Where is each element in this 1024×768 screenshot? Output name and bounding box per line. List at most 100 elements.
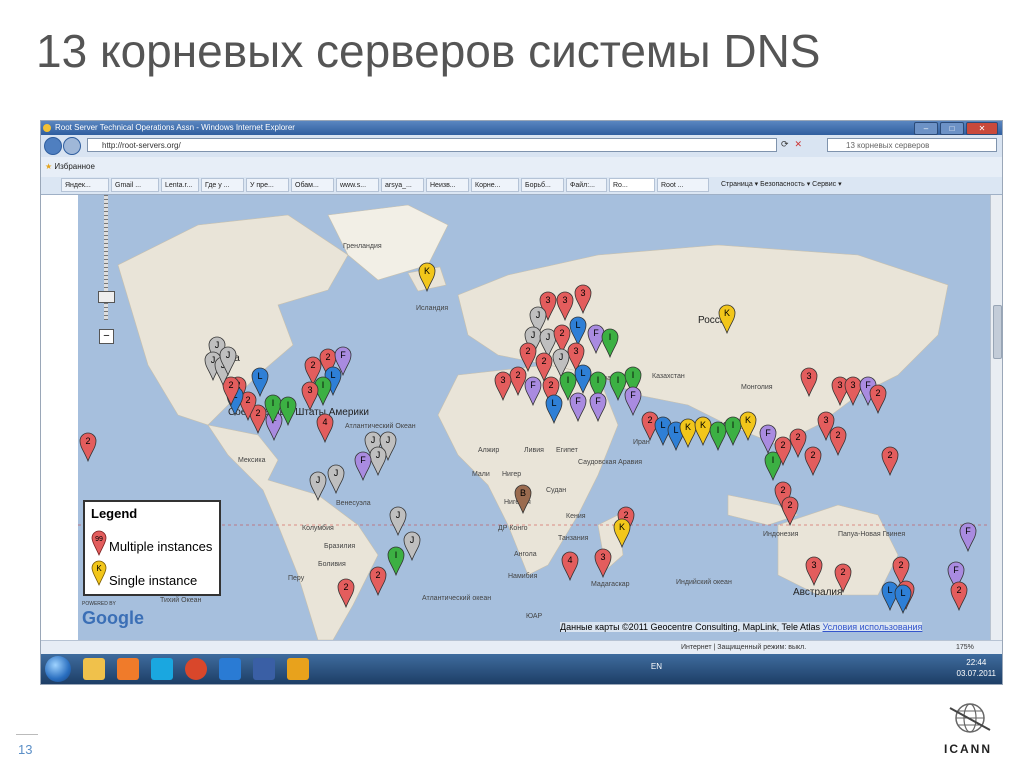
root-server-pin[interactable]: J	[403, 531, 421, 561]
close-button[interactable]: ✕	[966, 122, 998, 135]
pin-glyph: 4	[322, 417, 327, 427]
browser-tab[interactable]: Root ...	[657, 178, 709, 192]
root-server-pin[interactable]: I	[279, 396, 297, 426]
root-server-pin[interactable]: 3	[574, 284, 592, 314]
browser-tab[interactable]: Файл:...	[566, 178, 607, 192]
start-button[interactable]	[45, 656, 71, 682]
legend-title: Legend	[91, 506, 138, 521]
root-server-pin[interactable]: 2	[834, 563, 852, 593]
world-map[interactable]: − ГренландияИсландияРоссияКанадаСоединен…	[78, 195, 990, 640]
root-server-pin[interactable]: 4	[316, 413, 334, 443]
browser-tab[interactable]: Ro...	[609, 178, 655, 192]
root-server-pin[interactable]: 2	[337, 578, 355, 608]
browser-tab[interactable]: Яндек...	[61, 178, 109, 192]
root-server-pin[interactable]: 3	[494, 371, 512, 401]
root-server-pin[interactable]: 3	[594, 548, 612, 578]
root-server-pin[interactable]: K	[739, 411, 757, 441]
root-server-pin[interactable]: F	[624, 386, 642, 416]
save-icon[interactable]	[253, 658, 275, 680]
media-player-icon[interactable]	[117, 658, 139, 680]
back-button[interactable]	[44, 137, 62, 155]
browser-tab[interactable]: Неизв...	[426, 178, 469, 192]
root-server-pin[interactable]: J	[309, 471, 327, 501]
language-indicator[interactable]: EN	[651, 662, 662, 671]
zoom-out-button[interactable]: −	[99, 329, 114, 344]
scrollbar-thumb[interactable]	[993, 305, 1002, 359]
root-server-pin[interactable]: 2	[869, 384, 887, 414]
favorites-label[interactable]: Избранное	[54, 162, 95, 171]
explorer-icon[interactable]	[83, 658, 105, 680]
vertical-scrollbar[interactable]	[990, 195, 1002, 640]
maximize-button[interactable]: □	[940, 122, 964, 135]
pin-glyph: 2	[810, 450, 815, 460]
pin-glyph: J	[334, 468, 339, 478]
root-server-pin[interactable]: I	[387, 546, 405, 576]
stop-icon[interactable]: ✕	[795, 139, 803, 150]
root-server-pin[interactable]: L	[894, 584, 912, 614]
root-server-pin[interactable]: 3	[301, 381, 319, 411]
root-server-pin[interactable]: F	[589, 392, 607, 422]
browser-tab[interactable]: www.s...	[336, 178, 379, 192]
root-server-pin[interactable]: 3	[805, 556, 823, 586]
root-server-pin[interactable]: K	[418, 262, 436, 292]
powerpoint-icon[interactable]	[287, 658, 309, 680]
command-bar[interactable]: Страница ▾ Безопасность ▾ Сервис ▾	[721, 178, 842, 192]
zoom-level[interactable]: 175%	[956, 641, 974, 655]
root-server-pin[interactable]: J	[219, 346, 237, 376]
root-server-pin[interactable]: 3	[800, 367, 818, 397]
root-server-pin[interactable]: F	[524, 376, 542, 406]
zoom-slider[interactable]: −	[98, 195, 115, 355]
pin-glyph: 3	[837, 380, 842, 390]
root-server-pin[interactable]: J	[327, 464, 345, 494]
icann-globe-icon	[949, 703, 991, 733]
pin-glyph: L	[257, 371, 262, 381]
browser-tab[interactable]: Борьб...	[521, 178, 564, 192]
browser-tab[interactable]: Gmail ...	[111, 178, 159, 192]
address-bar[interactable]: http://root-servers.org/	[87, 138, 777, 152]
root-server-pin[interactable]: 2	[881, 446, 899, 476]
root-server-pin[interactable]: K	[718, 304, 736, 334]
pin-glyph: L	[900, 588, 905, 598]
map-label: Колумбия	[302, 525, 334, 532]
root-server-pin[interactable]: 2	[829, 426, 847, 456]
root-server-pin[interactable]: 4	[561, 551, 579, 581]
root-server-pin[interactable]: 2	[804, 446, 822, 476]
minimize-button[interactable]: –	[914, 122, 938, 135]
browser-tab[interactable]: У пре...	[246, 178, 289, 192]
skype-icon[interactable]	[151, 658, 173, 680]
root-server-pin[interactable]: B	[514, 484, 532, 514]
terms-link[interactable]: Условия использования	[823, 622, 923, 632]
ie-taskbar-icon[interactable]	[219, 658, 241, 680]
browser-tab[interactable]: Lenta.r...	[161, 178, 199, 192]
root-server-pin[interactable]: L	[545, 394, 563, 424]
search-input[interactable]: 13 корневых серверов	[827, 138, 997, 152]
pin-glyph: I	[717, 425, 720, 435]
pin-glyph: 2	[780, 440, 785, 450]
root-server-pin[interactable]: F	[959, 522, 977, 552]
forward-button[interactable]	[63, 137, 81, 155]
favorites-star-icon[interactable]: ★	[45, 162, 52, 171]
pin-glyph: J	[371, 435, 376, 445]
pin-glyph: L	[575, 320, 580, 330]
root-server-pin[interactable]: I	[601, 328, 619, 358]
root-server-pin[interactable]: F	[354, 451, 372, 481]
root-server-pin[interactable]: K	[613, 518, 631, 548]
pin-glyph: 2	[840, 567, 845, 577]
root-server-pin[interactable]: F	[569, 392, 587, 422]
root-server-pin[interactable]: 2	[781, 496, 799, 526]
browser-tab[interactable]: Обам...	[291, 178, 334, 192]
pin-glyph: 3	[562, 295, 567, 305]
refresh-icon[interactable]: ⟳	[781, 139, 789, 150]
google-logo[interactable]: Google	[82, 608, 144, 629]
root-server-pin[interactable]: 2	[369, 566, 387, 596]
zoom-knob[interactable]	[98, 291, 115, 303]
root-server-pin[interactable]: 2	[79, 432, 97, 462]
browser-tab[interactable]: Корне...	[471, 178, 519, 192]
root-server-pin[interactable]: 2	[950, 581, 968, 611]
browser-tab[interactable]: Где у ...	[201, 178, 244, 192]
chrome-icon[interactable]	[185, 658, 207, 680]
clock[interactable]: 22:44 03.07.2011	[957, 657, 996, 679]
map-label: Исландия	[416, 305, 449, 312]
browser-tab[interactable]: arsya_...	[381, 178, 424, 192]
map-label: Индонезия	[763, 531, 799, 538]
